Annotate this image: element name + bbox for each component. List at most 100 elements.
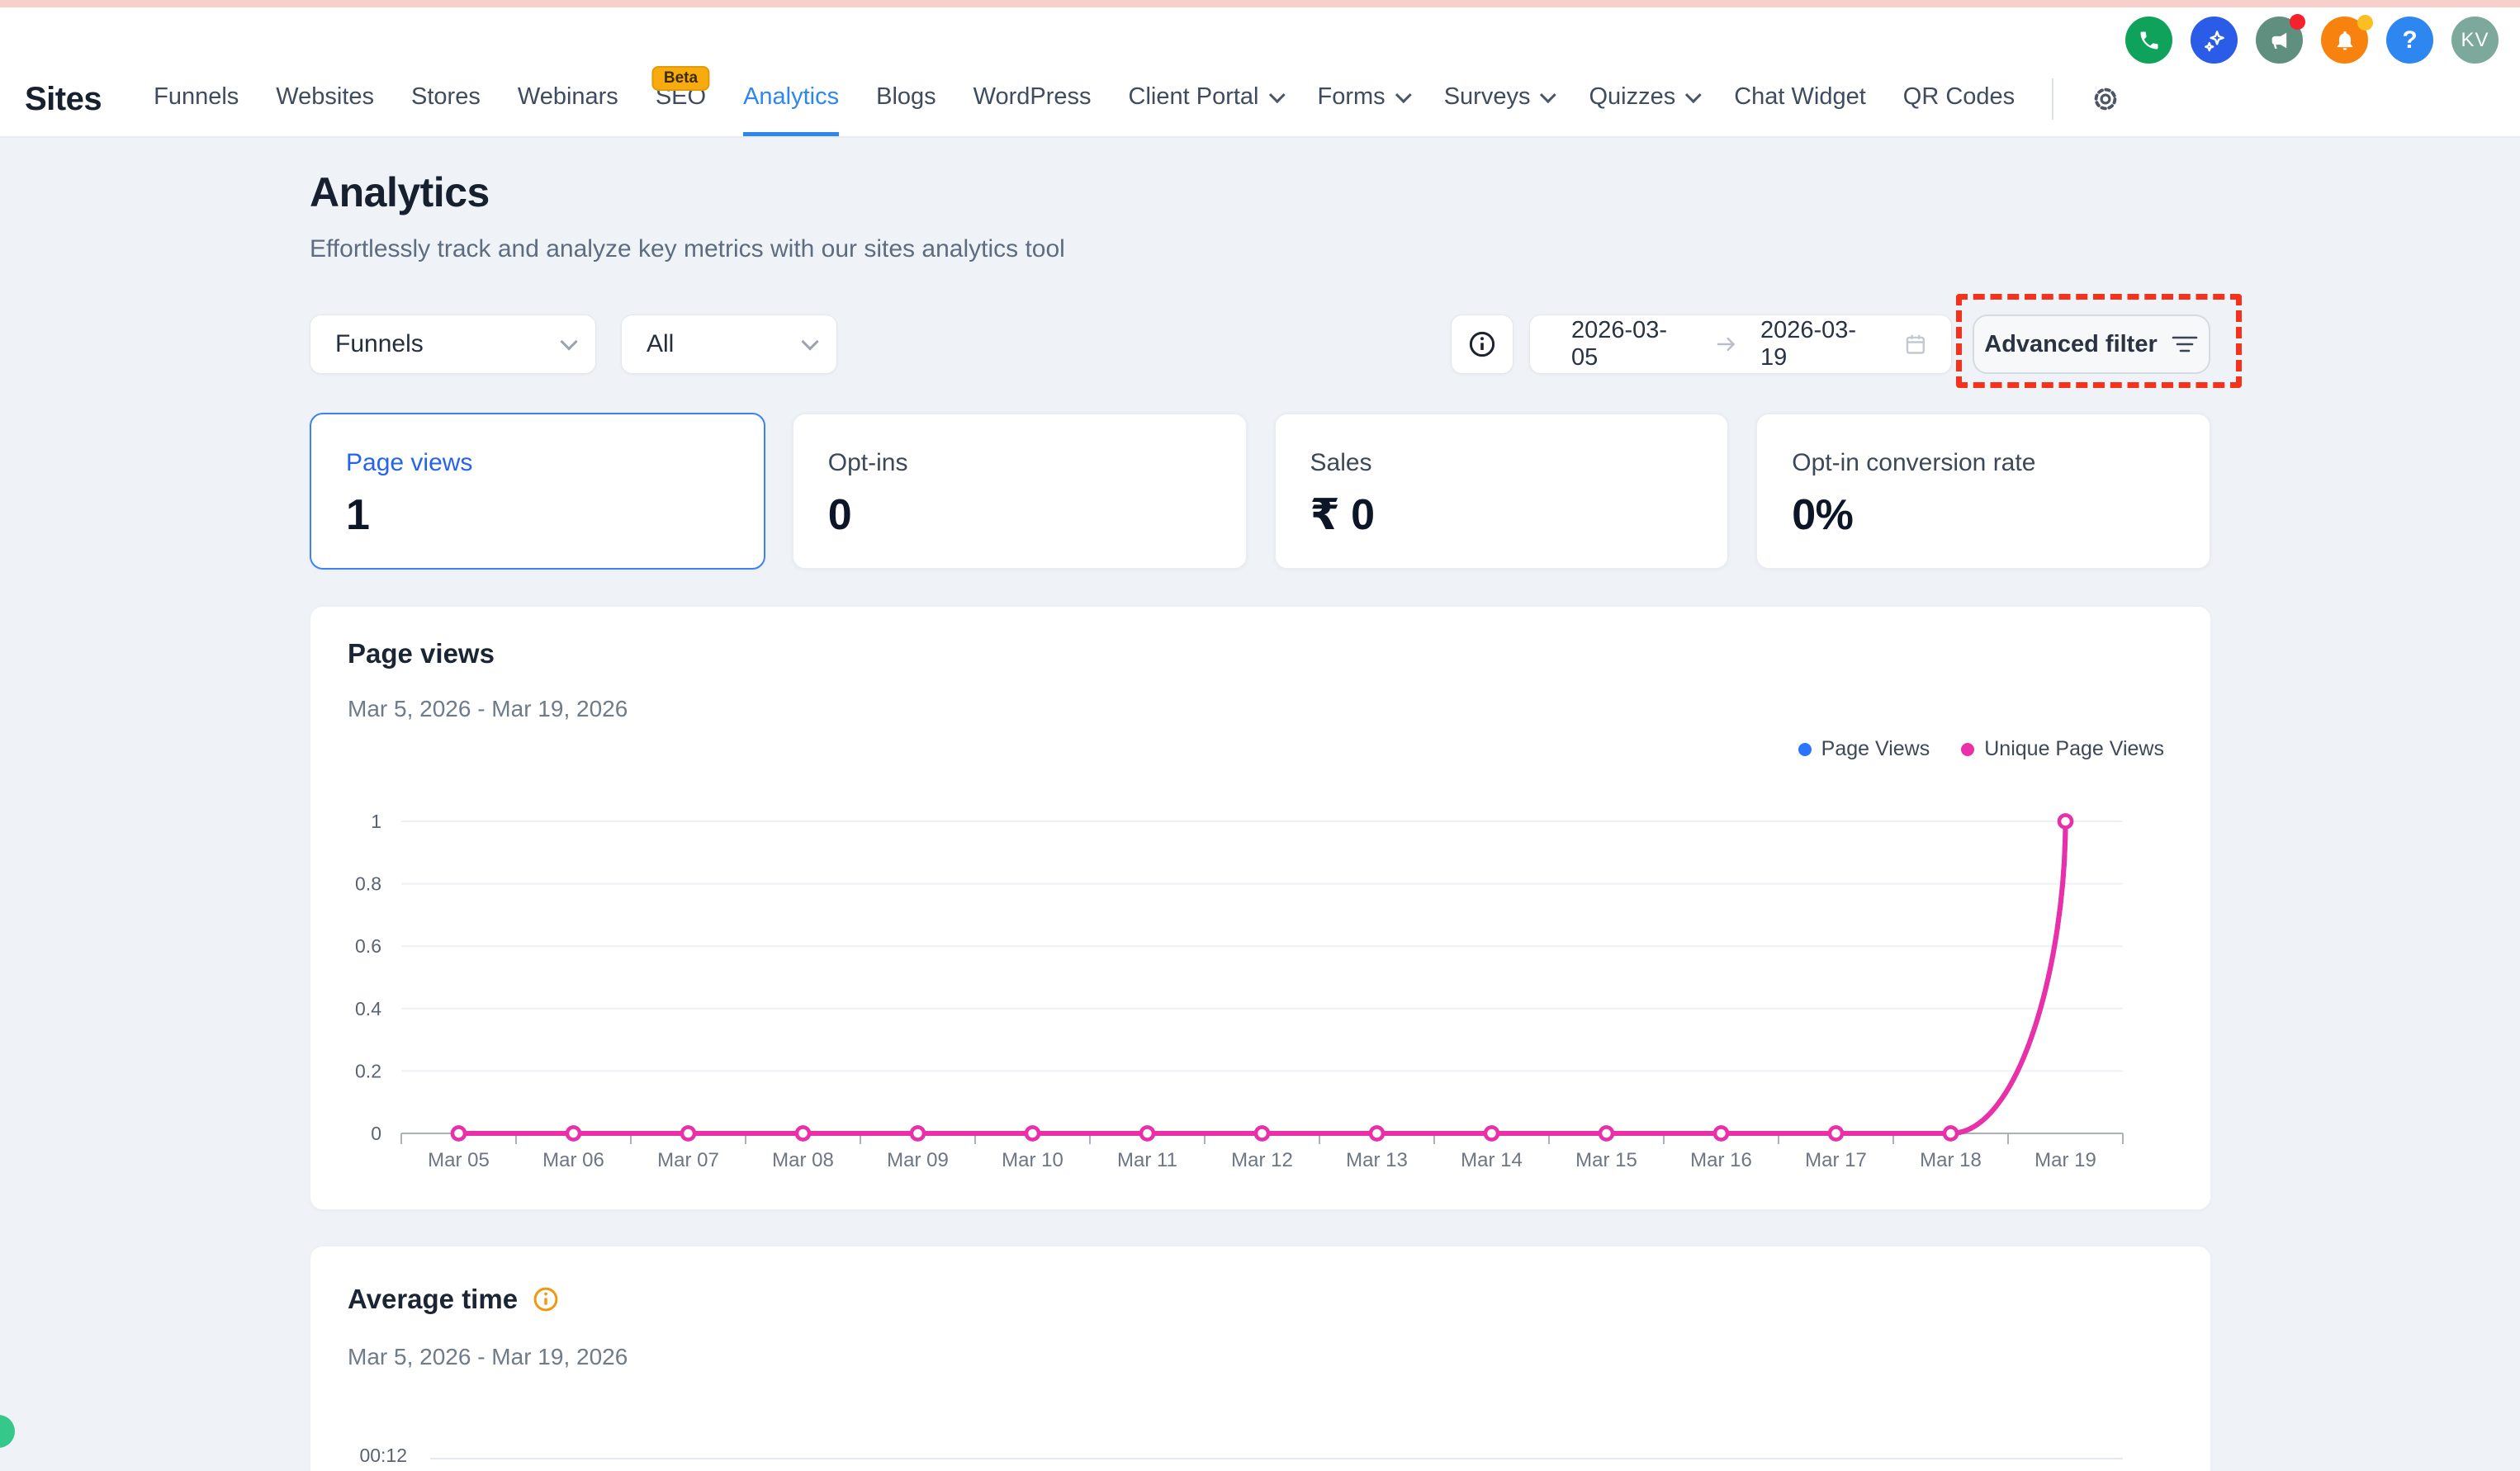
- sparkles-icon: [2202, 28, 2227, 53]
- page-views-chart: 0 0.2 0.4 0.6 0.8 1 Mar 05 Mar 06 Mar 07 Mar 08 Ma…: [310, 607, 2212, 1211]
- avatar-initials: KV: [2461, 29, 2489, 52]
- stat-label: Opt-ins: [828, 449, 1246, 477]
- svg-text:0.4: 0.4: [355, 998, 381, 1019]
- header-action-icons: ? KV: [2125, 17, 2499, 64]
- calendar-icon: [1903, 332, 1928, 357]
- svg-text:0.2: 0.2: [355, 1060, 381, 1081]
- stat-label: Sales: [1310, 449, 1728, 477]
- svg-text:Mar 08: Mar 08: [772, 1149, 834, 1171]
- stat-value: 0%: [1792, 490, 2210, 540]
- avg-time-date-range: Mar 5, 2026 - Mar 19, 2026: [348, 1344, 628, 1370]
- scope-select-value: All: [647, 330, 674, 358]
- svg-text:Mar 14: Mar 14: [1461, 1149, 1523, 1171]
- nav-item-forms[interactable]: Forms: [1318, 62, 1407, 136]
- svg-text:Mar 06: Mar 06: [542, 1149, 604, 1171]
- bell-icon: [2333, 29, 2357, 52]
- notification-dot-red: [2290, 14, 2305, 30]
- svg-text:Mar 19: Mar 19: [2034, 1149, 2096, 1171]
- date-start[interactable]: 2026-03-05: [1571, 317, 1693, 371]
- stat-value: ₹ 0: [1310, 490, 1728, 540]
- svg-text:Mar 18: Mar 18: [1920, 1149, 1982, 1171]
- nav-item-surveys[interactable]: Surveys: [1444, 62, 1552, 136]
- stat-card-opt-in-conversion[interactable]: Opt-in conversion rate 0%: [1755, 413, 2211, 570]
- svg-text:1: 1: [371, 811, 381, 832]
- nav-item-seo[interactable]: Beta SEO: [656, 62, 706, 136]
- svg-text:0.8: 0.8: [355, 873, 381, 895]
- filter-icon: [2171, 333, 2199, 356]
- chevron-down-icon: [560, 333, 577, 350]
- svg-text:Mar 11: Mar 11: [1117, 1149, 1177, 1171]
- nav-item-analytics[interactable]: Analytics: [743, 62, 839, 136]
- trial-banner-edge: [0, 0, 2520, 7]
- nav-item-wordpress[interactable]: WordPress: [973, 62, 1092, 136]
- chevron-down-icon: [1540, 87, 1556, 103]
- stat-label: Opt-in conversion rate: [1792, 449, 2210, 477]
- nav-item-blogs[interactable]: Blogs: [876, 62, 936, 136]
- stat-value: 0: [828, 490, 1246, 540]
- chevron-down-icon: [1268, 87, 1285, 103]
- ai-button[interactable]: [2191, 17, 2238, 64]
- page-title: Analytics: [310, 168, 490, 216]
- info-icon: [1466, 329, 1498, 360]
- chevron-down-icon: [1395, 87, 1412, 103]
- avatar[interactable]: KV: [2451, 17, 2499, 64]
- notification-dot-amber: [2357, 15, 2373, 31]
- svg-text:Mar 15: Mar 15: [1575, 1149, 1637, 1171]
- question-mark-icon: ?: [2402, 26, 2417, 54]
- svg-text:Mar 10: Mar 10: [1002, 1149, 1063, 1171]
- scope-select[interactable]: All: [621, 315, 837, 374]
- stat-card-opt-ins[interactable]: Opt-ins 0: [792, 413, 1248, 570]
- stat-label: Page views: [346, 449, 764, 477]
- svg-text:Mar 07: Mar 07: [657, 1149, 719, 1171]
- stat-card-page-views[interactable]: Page views 1: [310, 413, 765, 570]
- avg-time-ytick: 00:12: [358, 1445, 407, 1467]
- nav-item-websites[interactable]: Websites: [276, 62, 374, 136]
- svg-text:0.6: 0.6: [355, 935, 381, 957]
- nav-divider: [2052, 78, 2053, 120]
- gear-icon: [2091, 84, 2120, 114]
- nav-item-funnels[interactable]: Funnels: [154, 62, 239, 136]
- date-info-button[interactable]: [1451, 315, 1513, 374]
- svg-text:0: 0: [371, 1123, 381, 1144]
- average-time-card: Average time Mar 5, 2026 - Mar 19, 2026 …: [310, 1246, 2211, 1471]
- beta-badge: Beta: [652, 66, 709, 91]
- nav-item-client-portal[interactable]: Client Portal: [1129, 62, 1281, 136]
- date-end[interactable]: 2026-03-19: [1760, 317, 1882, 371]
- page-subtitle: Effortlessly track and analyze key metri…: [310, 235, 1065, 263]
- nav-item-quizzes[interactable]: Quizzes: [1589, 62, 1697, 136]
- date-range-picker[interactable]: 2026-03-05 2026-03-19: [1529, 315, 1952, 374]
- type-select[interactable]: Funnels: [310, 315, 596, 374]
- module-title: Sites: [25, 62, 102, 136]
- nav-item-webinars[interactable]: Webinars: [518, 62, 618, 136]
- phone-button[interactable]: [2125, 17, 2172, 64]
- settings-button[interactable]: [2091, 62, 2120, 136]
- stat-value: 1: [346, 490, 764, 540]
- nav-item-chat-widget[interactable]: Chat Widget: [1734, 62, 1866, 136]
- info-icon-orange[interactable]: [531, 1284, 561, 1314]
- svg-text:Mar 09: Mar 09: [887, 1149, 949, 1171]
- notifications-button[interactable]: [2321, 17, 2368, 64]
- svg-text:Mar 16: Mar 16: [1690, 1149, 1752, 1171]
- avg-time-title: Average time: [348, 1284, 518, 1315]
- chevron-down-icon: [1685, 87, 1702, 103]
- chevron-down-icon: [801, 333, 818, 350]
- top-navigation: ? KV Sites Funnels Websites Stores Webin…: [0, 7, 2520, 138]
- nav-item-qr-codes[interactable]: QR Codes: [1903, 62, 2015, 136]
- stat-card-sales[interactable]: Sales ₹ 0: [1274, 413, 1730, 570]
- arrow-right-icon: [1714, 332, 1739, 357]
- svg-text:Mar 13: Mar 13: [1346, 1149, 1408, 1171]
- module-nav: Sites Funnels Websites Stores Webinars B…: [25, 62, 2120, 136]
- avg-time-gridline: [430, 1458, 2123, 1459]
- phone-icon: [2138, 29, 2161, 52]
- nav-item-stores[interactable]: Stores: [411, 62, 481, 136]
- help-button[interactable]: ?: [2386, 17, 2433, 64]
- svg-text:Mar 12: Mar 12: [1231, 1149, 1293, 1171]
- advanced-filter-label: Advanced filter: [1984, 331, 2158, 358]
- type-select-value: Funnels: [335, 330, 424, 358]
- announcements-button[interactable]: [2256, 17, 2303, 64]
- svg-text:Mar 05: Mar 05: [428, 1149, 490, 1171]
- chat-launcher[interactable]: [0, 1415, 15, 1448]
- svg-text:Mar 17: Mar 17: [1805, 1149, 1867, 1171]
- advanced-filter-button[interactable]: Advanced filter: [1973, 315, 2210, 374]
- stats-row: Page views 1 Opt-ins 0 Sales ₹ 0 Opt-in …: [310, 413, 2211, 570]
